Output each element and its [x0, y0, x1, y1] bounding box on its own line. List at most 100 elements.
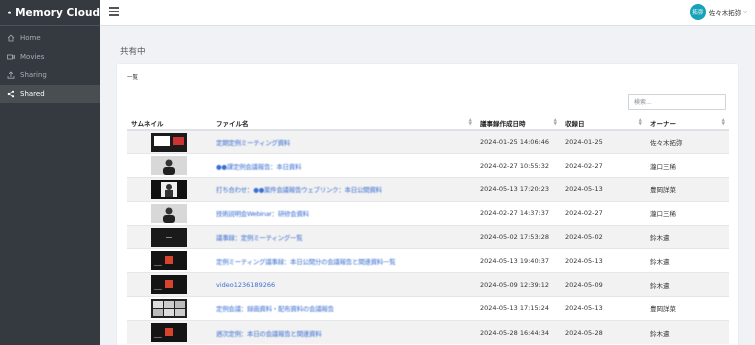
table-row[interactable]: ●●課定例会議報告：本日資料 2024-02-27 10:55:32 2024-02…: [127, 153, 729, 178]
sidebar-item-sharing[interactable]: Sharing: [0, 66, 100, 85]
file-link[interactable]: 定期定例ミーティング資料: [216, 139, 290, 147]
user-menu[interactable]: 拓弥 佐々木拓弥 ⌵: [689, 4, 747, 20]
sidebar-item-label: Sharing: [20, 71, 47, 80]
upload-icon: [7, 71, 15, 79]
filename-cell: 定例ミーティング議事録：本日公開分の会議報告と関連資料一覧: [212, 248, 476, 273]
column-header-recorded[interactable]: 収録日 ▲ ▼: [561, 116, 646, 131]
column-header-label: オーナー: [650, 119, 676, 128]
share-icon: [7, 90, 15, 98]
filename-cell: 定期定例ミーティング資料: [212, 129, 476, 154]
video-thumbnail[interactable]: [151, 251, 187, 271]
column-header-filename[interactable]: ファイル名 ▲ ▼: [212, 116, 476, 131]
user-name: 佐々木拓弥: [708, 9, 742, 17]
brand[interactable]: Memory Cloud: [0, 0, 100, 26]
video-thumbnail[interactable]: [151, 275, 187, 295]
sidebar-item-label: Movies: [20, 52, 45, 61]
owner-cell: 豊岡詳菜: [646, 296, 729, 321]
video-thumbnail[interactable]: [151, 298, 187, 318]
recorded-cell: 2024-05-28: [561, 319, 646, 345]
file-link[interactable]: 週次定例：本日の会議報告と関連資料: [216, 330, 322, 338]
filename-cell: 技術説明会Webinar：研修会資料: [212, 200, 476, 226]
chevron-down-icon: ⌵: [743, 9, 747, 15]
created-cell: 2024-05-09 12:39:12: [476, 272, 561, 297]
sort-icon: ▲ ▼: [638, 118, 642, 127]
recorded-cell: 2024-05-09: [561, 272, 646, 297]
recorded-cell: 2024-02-27: [561, 200, 646, 226]
owner-cell: 鈴木遣: [646, 272, 729, 297]
created-cell: 2024-05-28 16:44:34: [476, 319, 561, 345]
created-cell: 2024-05-02 17:53:28: [476, 224, 561, 249]
thumbnail-cell: [127, 153, 212, 178]
created-cell: 2024-05-13 17:15:24: [476, 296, 561, 321]
recorded-cell: 2024-05-13: [561, 177, 646, 202]
table-header-row: サムネイル ファイル名 ▲ ▼ 議事録作成日時 ▲ ▼ 収録日 ▲ ▼ オーナー ▲ ▼: [127, 116, 729, 131]
table-row[interactable]: video1236189266 2024-05-09 12:39:12 2024-0…: [127, 272, 729, 297]
thumbnail-cell: [127, 248, 212, 273]
table-row[interactable]: 週次定例：本日の会議報告と関連資料 2024-05-28 16:44:34 2024…: [127, 319, 729, 345]
brand-name: Memory Cloud: [15, 6, 100, 19]
recorded-cell: 2024-05-02: [561, 224, 646, 249]
thumbnail-cell: [127, 272, 212, 297]
owner-cell: 佐々木拓弥: [646, 129, 729, 154]
sidebar-nav: Home Movies Sharing Shared: [0, 26, 100, 103]
recorded-cell: 2024-02-27: [561, 153, 646, 178]
cloud-icon: [8, 11, 12, 14]
file-link[interactable]: 技術説明会Webinar：研修会資料: [216, 210, 309, 218]
thumbnail-cell: [127, 296, 212, 321]
owner-cell: 瀧口三稀: [646, 153, 729, 178]
file-link[interactable]: ●●課定例会議報告：本日資料: [216, 163, 301, 171]
owner-cell: 瀧口三稀: [646, 200, 729, 226]
home-icon: [7, 34, 15, 42]
created-cell: 2024-02-27 14:37:37: [476, 200, 561, 226]
file-link[interactable]: 定例ミーティング議事録：本日公開分の会議報告と関連資料一覧: [216, 258, 396, 266]
sidebar: Memory Cloud Home Movies Sharing Shared: [0, 0, 100, 345]
table-row[interactable]: 定例会議：録画資料・配布資料の会議報告 2024-05-13 17:15:24 20…: [127, 296, 729, 321]
menu-toggle-icon[interactable]: [109, 7, 119, 16]
sidebar-item-home[interactable]: Home: [0, 29, 100, 48]
card-title: 一覧: [127, 75, 139, 81]
sidebar-item-label: Home: [20, 34, 41, 43]
video-thumbnail[interactable]: [151, 132, 187, 152]
created-cell: 2024-05-13 17:20:23: [476, 177, 561, 202]
created-cell: 2024-02-27 10:55:32: [476, 153, 561, 178]
sidebar-item-shared[interactable]: Shared: [0, 84, 100, 103]
table-row[interactable]: 定期定例ミーティング資料 2024-01-25 14:06:46 2024-01-2…: [127, 129, 729, 154]
recorded-cell: 2024-05-13: [561, 248, 646, 273]
file-link[interactable]: 打ち合わせ：●●案件会議報告ウェブリンク：本日公開資料: [216, 186, 382, 194]
table-row[interactable]: 打ち合わせ：●●案件会議報告ウェブリンク：本日公開資料 2024-05-13 17…: [127, 177, 729, 202]
thumbnail-cell: [127, 224, 212, 249]
video-thumbnail[interactable]: [151, 179, 187, 199]
created-cell: 2024-01-25 14:06:46: [476, 129, 561, 154]
video-icon: [7, 53, 15, 61]
thumbnail-cell: [127, 129, 212, 154]
sidebar-item-movies[interactable]: Movies: [0, 48, 100, 67]
sidebar-item-label: Shared: [20, 89, 45, 98]
created-cell: 2024-05-13 19:40:37: [476, 248, 561, 273]
filename-cell: video1236189266: [212, 272, 476, 297]
search-input[interactable]: [628, 94, 726, 110]
file-link[interactable]: video1236189266: [216, 281, 275, 289]
video-thumbnail[interactable]: [151, 203, 187, 223]
table-row[interactable]: 議事録：定例ミーティング一覧 2024-05-02 17:53:28 2024-05…: [127, 224, 729, 249]
owner-cell: 鈴木遣: [646, 224, 729, 249]
owner-cell: 豊岡詳菜: [646, 177, 729, 202]
video-thumbnail[interactable]: [151, 156, 187, 176]
table-row[interactable]: 定例ミーティング議事録：本日公開分の会議報告と関連資料一覧 2024-05-13 …: [127, 248, 729, 273]
filename-cell: ●●課定例会議報告：本日資料: [212, 153, 476, 178]
recorded-cell: 2024-05-13: [561, 296, 646, 321]
file-link[interactable]: 議事録：定例ミーティング一覧: [216, 234, 303, 242]
table-row[interactable]: 技術説明会Webinar：研修会資料 2024-02-27 14:37:37 202…: [127, 200, 729, 226]
avatar: 拓弥: [689, 4, 706, 20]
filename-cell: 打ち合わせ：●●案件会議報告ウェブリンク：本日公開資料: [212, 177, 476, 202]
sort-icon: ▲ ▼: [468, 118, 472, 127]
column-header-label: 議事録作成日時: [480, 119, 526, 128]
column-header-label: 収録日: [565, 119, 585, 128]
sort-icon: ▲ ▼: [553, 118, 557, 127]
video-thumbnail[interactable]: [151, 323, 187, 343]
filename-cell: 定例会議：録画資料・配布資料の会議報告: [212, 296, 476, 321]
column-header-owner[interactable]: オーナー ▲ ▼: [646, 116, 729, 131]
column-header-created[interactable]: 議事録作成日時 ▲ ▼: [476, 116, 561, 131]
video-thumbnail[interactable]: [151, 227, 187, 247]
top-header: 拓弥 佐々木拓弥 ⌵: [100, 0, 755, 26]
file-link[interactable]: 定例会議：録画資料・配布資料の会議報告: [216, 305, 334, 313]
